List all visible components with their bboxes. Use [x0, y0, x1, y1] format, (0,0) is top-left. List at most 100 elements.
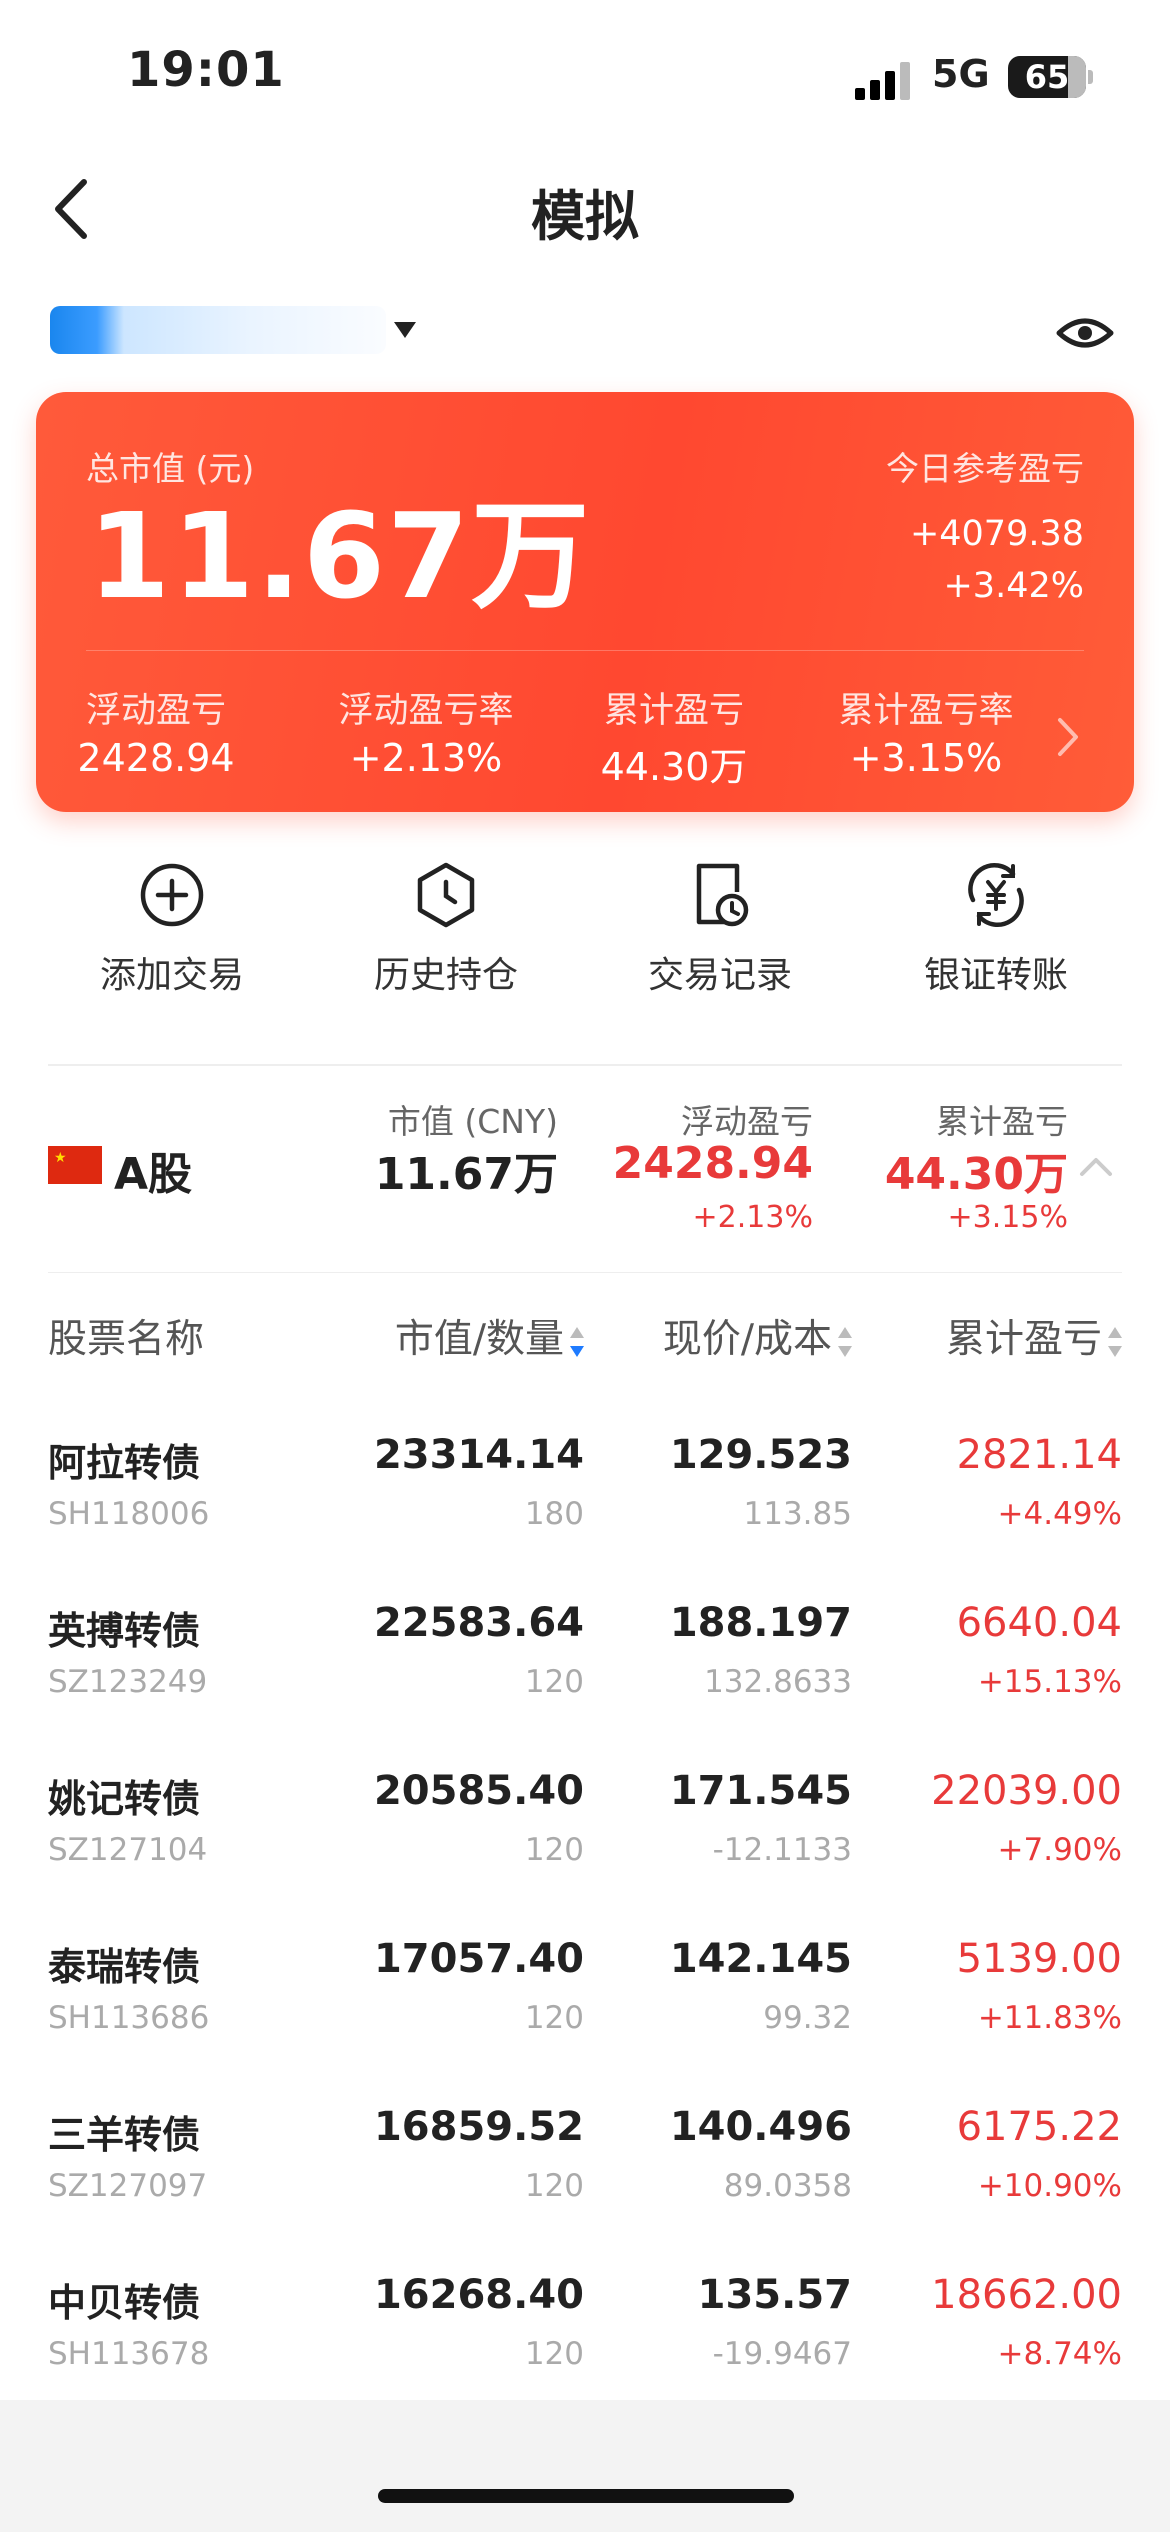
action-label: 历史持仓 — [373, 955, 518, 996]
section-divider — [48, 1272, 1122, 1273]
market-value: 16268.40 — [373, 2272, 584, 2318]
market-float-value: 2428.94 — [612, 1138, 813, 1189]
stat-label: 累计盈亏 — [603, 691, 744, 731]
quantity: 180 — [524, 1496, 584, 1532]
battery-nub — [1088, 70, 1093, 84]
sort-icon — [570, 1325, 584, 1359]
stock-name: 姚记转债 — [48, 1777, 201, 1821]
market-value: 23314.14 — [373, 1432, 584, 1478]
cumulative-pl-pct: +8.74% — [997, 2336, 1122, 2372]
current-price: 135.57 — [697, 2272, 852, 2318]
current-price: 171.545 — [669, 1768, 852, 1814]
total-value-label: 总市值 (元) — [86, 449, 255, 488]
col-header-mv-label: 市值/数量 — [394, 1317, 564, 1362]
home-indicator[interactable] — [378, 2489, 794, 2503]
stock-code: SZ127104 — [48, 1832, 208, 1868]
market-cum-pct: +3.15% — [947, 1200, 1068, 1235]
market-cum-value: 44.30万 — [884, 1149, 1068, 1200]
action-label: 添加交易 — [99, 955, 244, 996]
asset-summary-card[interactable]: 总市值 (元) 11.67万 今日参考盈亏 +4079.38 +3.42% 浮动… — [36, 392, 1134, 812]
today-pl-label: 今日参考盈亏 — [886, 449, 1084, 488]
add-trade-button[interactable]: 添加交易 — [72, 860, 272, 998]
col-header-mv[interactable]: 市值/数量 — [395, 1308, 584, 1364]
cumulative-pl: 18662.00 — [931, 2272, 1122, 2318]
cumulative-pl: 5139.00 — [956, 1936, 1122, 1982]
cumulative-pl-pct: +15.13% — [977, 1664, 1122, 1700]
chevron-up-icon[interactable] — [1078, 1152, 1114, 1180]
svg-text:★: ★ — [54, 1150, 67, 1166]
cumulative-pl-pct: +11.83% — [977, 2000, 1122, 2036]
cost-price: 89.0358 — [723, 2168, 852, 2204]
stat-label: 浮动盈亏率 — [338, 691, 514, 731]
col-header-pl[interactable]: 累计盈亏 — [946, 1308, 1122, 1364]
bank-transfer-button[interactable]: 银证转账 — [896, 860, 1096, 998]
col-header-price-label: 现价/成本 — [662, 1317, 832, 1362]
sort-icon — [838, 1325, 852, 1359]
cumulative-pl: 6640.04 — [956, 1600, 1122, 1646]
market-value: 22583.64 — [373, 1600, 584, 1646]
quantity: 120 — [524, 2168, 584, 2204]
clock-shield-icon — [417, 862, 475, 928]
stat-label: 累计盈亏率 — [838, 691, 1014, 731]
history-holdings-button[interactable]: 历史持仓 — [346, 860, 546, 998]
current-price: 140.496 — [669, 2104, 852, 2150]
stat-label: 浮动盈亏 — [85, 691, 226, 731]
trade-records-button[interactable]: 交易记录 — [620, 860, 820, 998]
quantity: 120 — [524, 1664, 584, 1700]
stock-name: 泰瑞转债 — [48, 1945, 201, 1989]
cost-price: -19.9467 — [712, 2336, 852, 2372]
stock-name: 中贝转债 — [48, 2281, 201, 2325]
col-header-price[interactable]: 现价/成本 — [663, 1308, 852, 1364]
current-price: 188.197 — [669, 1600, 852, 1646]
status-time: 19:01 — [127, 42, 285, 98]
market-mv-label: 市值 (CNY) — [387, 1102, 558, 1141]
total-value: 11.67万 — [88, 487, 592, 625]
chevron-right-icon[interactable] — [1050, 712, 1086, 762]
sort-icon — [1108, 1325, 1122, 1359]
cumulative-pl: 2821.14 — [956, 1432, 1122, 1478]
account-selector[interactable] — [50, 306, 386, 354]
stat-value: 44.30万 — [600, 745, 748, 789]
market-mv-value: 11.67万 — [374, 1149, 558, 1200]
market-name: A股 — [114, 1149, 193, 1200]
battery-level: 65 — [1024, 58, 1070, 96]
action-label: 银证转账 — [923, 955, 1068, 996]
market-value: 16859.52 — [373, 2104, 584, 2150]
quantity: 120 — [524, 2336, 584, 2372]
market-cum-label: 累计盈亏 — [936, 1102, 1068, 1141]
card-divider — [86, 650, 1084, 651]
quantity: 120 — [524, 1832, 584, 1868]
plus-circle-icon — [140, 863, 204, 927]
cellular-signal-icon — [855, 60, 915, 100]
today-pl-pct: +3.42% — [943, 566, 1084, 606]
network-type: 5G — [932, 52, 990, 96]
cumulative-pl-pct: +7.90% — [997, 1832, 1122, 1868]
bottom-bar — [0, 2400, 1170, 2532]
battery-icon: 65 — [1008, 56, 1086, 98]
china-flag-icon: ★ — [48, 1146, 102, 1184]
doc-clock-icon — [696, 863, 749, 927]
market-float-pct: +2.13% — [692, 1200, 813, 1235]
page-title: 模拟 — [531, 185, 639, 248]
market-value: 20585.40 — [373, 1768, 584, 1814]
cost-price: 99.32 — [763, 2000, 852, 2036]
cumulative-pl: 22039.00 — [931, 1768, 1122, 1814]
stock-name: 阿拉转债 — [48, 1441, 201, 1485]
eye-icon[interactable] — [1055, 303, 1115, 363]
stock-code: SZ123249 — [48, 1664, 208, 1700]
stock-name: 三羊转债 — [48, 2113, 201, 2157]
action-label: 交易记录 — [647, 955, 792, 996]
stock-name: 英搏转债 — [48, 1609, 201, 1653]
cumulative-pl-pct: +10.90% — [977, 2168, 1122, 2204]
cost-price: 132.8633 — [704, 1664, 852, 1700]
stock-code: SZ127097 — [48, 2168, 208, 2204]
stock-code: SH113686 — [48, 2000, 210, 2036]
stat-value: +2.13% — [349, 736, 503, 780]
current-price: 142.145 — [669, 1936, 852, 1982]
market-float-label: 浮动盈亏 — [681, 1102, 813, 1141]
col-header-name: 股票名称 — [48, 1317, 205, 1362]
stock-code: SH118006 — [48, 1496, 210, 1532]
caret-down-icon[interactable] — [394, 322, 416, 338]
cumulative-pl-pct: +4.49% — [997, 1496, 1122, 1532]
col-header-pl-label: 累计盈亏 — [945, 1317, 1102, 1362]
